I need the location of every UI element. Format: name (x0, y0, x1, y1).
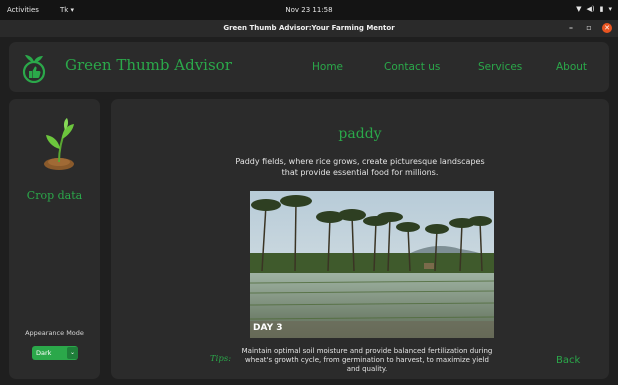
app-navbar: Green Thumb Advisor Home Contact us Serv… (9, 42, 609, 92)
nav-home-link[interactable]: Home (312, 61, 343, 73)
crop-data-label[interactable]: Crop data (9, 189, 100, 202)
crop-description: Paddy fields, where rice grows, create p… (235, 157, 485, 177)
tips-label: Tips: (210, 354, 232, 364)
appearance-mode-select[interactable]: Dark ⌄ (32, 346, 78, 360)
crop-title: paddy (338, 126, 382, 142)
network-icon: ▼ (576, 5, 582, 13)
nav-contact-link[interactable]: Contact us (384, 61, 440, 73)
dropdown-arrow-icon[interactable]: ⌄ (67, 347, 78, 359)
system-menu-arrow-icon: ▾ (608, 5, 612, 13)
paddy-field-image (250, 191, 494, 338)
appearance-mode-label: Appearance Mode (25, 329, 84, 337)
clock[interactable]: Nov 23 11:58 (0, 6, 618, 14)
window-title: Green Thumb Advisor:Your Farming Mentor (223, 24, 395, 32)
close-button[interactable]: ✕ (602, 23, 612, 33)
back-button[interactable]: Back (556, 355, 580, 366)
system-tray[interactable]: ▼ ◀) ▮ ▾ (576, 5, 612, 13)
window-controls: – ▫ ✕ (566, 23, 612, 33)
system-top-bar: Activities Tk ▾ Nov 23 11:58 ▼ ◀) ▮ ▾ (0, 0, 618, 20)
tips-text: Maintain optimal soil moisture and provi… (241, 347, 493, 373)
minimize-button[interactable]: – (566, 23, 576, 33)
window-title-bar: Green Thumb Advisor:Your Farming Mentor … (0, 20, 618, 37)
maximize-button[interactable]: ▫ (584, 23, 594, 33)
thumbs-up-sprout-logo-icon (22, 55, 46, 83)
sidebar: Crop data Appearance Mode Dark ⌄ (9, 99, 100, 379)
paddy-field-photo: DAY 3 (250, 191, 494, 338)
volume-icon: ◀) (586, 5, 595, 13)
crop-detail-panel: paddy Paddy fields, where rice grows, cr… (111, 99, 609, 379)
photo-day-caption: DAY 3 (253, 323, 283, 333)
battery-icon: ▮ (599, 5, 604, 13)
appearance-mode-value: Dark (36, 349, 52, 357)
brand-title: Green Thumb Advisor (65, 56, 232, 74)
nav-about-link[interactable]: About (556, 61, 587, 73)
nav-services-link[interactable]: Services (478, 61, 522, 73)
seedling-icon (44, 118, 74, 170)
